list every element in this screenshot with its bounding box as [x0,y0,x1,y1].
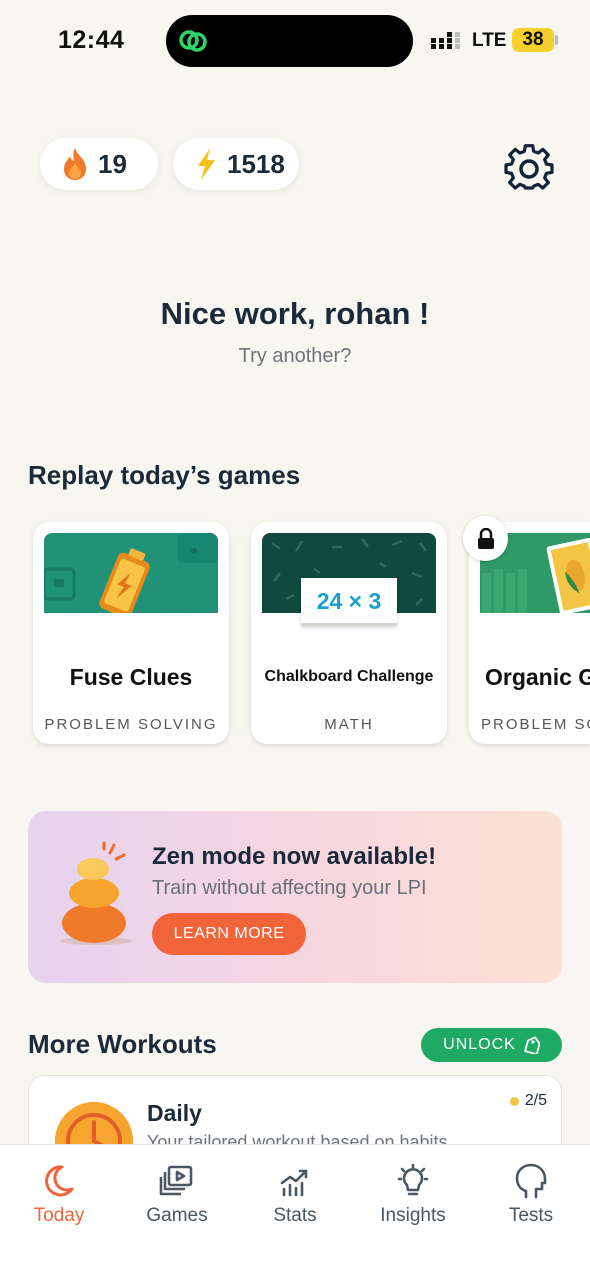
stats-icon [280,1169,308,1197]
zen-title: Zen mode now available! [152,843,437,870]
tab-games[interactable]: Games [118,1163,236,1227]
tab-bar: Today Games Stats Insights Tests [0,1144,590,1280]
learn-more-button[interactable]: LEARN MORE [152,913,306,955]
progress-dot [509,1096,519,1106]
game-card-chalkboard-challenge[interactable]: 24 × 3 Chalkboard Challenge MATH [251,522,447,744]
lightbulb-icon [397,1163,429,1196]
lock-badge [463,516,508,561]
tab-label: Insights [380,1205,446,1226]
link-icon [179,30,207,52]
flame-icon [64,148,86,180]
daily-progress: 2/5 [509,1092,547,1110]
network-label: LTE [472,30,507,51]
zen-subtitle: Train without affecting your LPI [152,877,427,899]
tab-today[interactable]: Today [0,1163,118,1227]
streak-count: 19 [98,148,127,179]
energy-count: 1518 [227,148,285,179]
chalkboard-equation: 24 × 3 [301,578,397,626]
game-category: PROBLEM SO [481,716,590,733]
signal-icon [431,32,460,49]
lock-icon [477,527,494,549]
status-bar: 12:44 LTE 38 [0,0,590,80]
daily-title: Daily [147,1100,202,1126]
game-category: MATH [324,716,374,733]
unlock-button[interactable]: UNLOCK [421,1028,562,1062]
stacked-stones-icon [60,841,132,945]
daily-progress-value: 2/5 [524,1092,547,1109]
tab-stats[interactable]: Stats [236,1163,354,1227]
game-card-fuse-clues[interactable]: Fuse Clues PROBLEM SOLVING [33,522,229,744]
tab-label: Games [146,1205,208,1226]
lightning-icon [198,148,215,180]
game-title: Organic G [485,664,590,690]
battery-indicator: 38 [512,28,554,52]
dynamic-island [166,15,413,67]
fuse-clues-art [44,533,218,613]
game-category: PROBLEM SOLVING [44,716,218,733]
tab-label: Stats [273,1205,317,1226]
tab-tests[interactable]: Tests [472,1163,590,1227]
greeting-title: Nice work, rohan ! [160,296,430,331]
replay-section-title: Replay today’s games [28,460,301,490]
workouts-section-title: More Workouts [28,1029,217,1059]
head-icon [515,1163,547,1199]
tab-label: Today [33,1205,85,1226]
game-title: Chalkboard Challenge [264,668,434,685]
streak-pill[interactable]: 19 [40,138,158,190]
gear-icon[interactable] [504,144,554,194]
unlock-label: UNLOCK [443,1036,516,1053]
moon-icon [45,1165,74,1197]
battery-tip [555,35,558,45]
tab-label: Tests [508,1205,554,1226]
zen-mode-banner[interactable]: Zen mode now available! Train without af… [28,811,562,983]
tag-icon [524,1036,540,1054]
status-time: 12:44 [58,26,125,54]
games-icon [159,1165,193,1196]
tab-insights[interactable]: Insights [354,1163,472,1227]
energy-pill[interactable]: 1518 [173,138,299,190]
try-another-link[interactable]: Try another? [0,345,590,368]
game-title: Fuse Clues [69,664,193,690]
